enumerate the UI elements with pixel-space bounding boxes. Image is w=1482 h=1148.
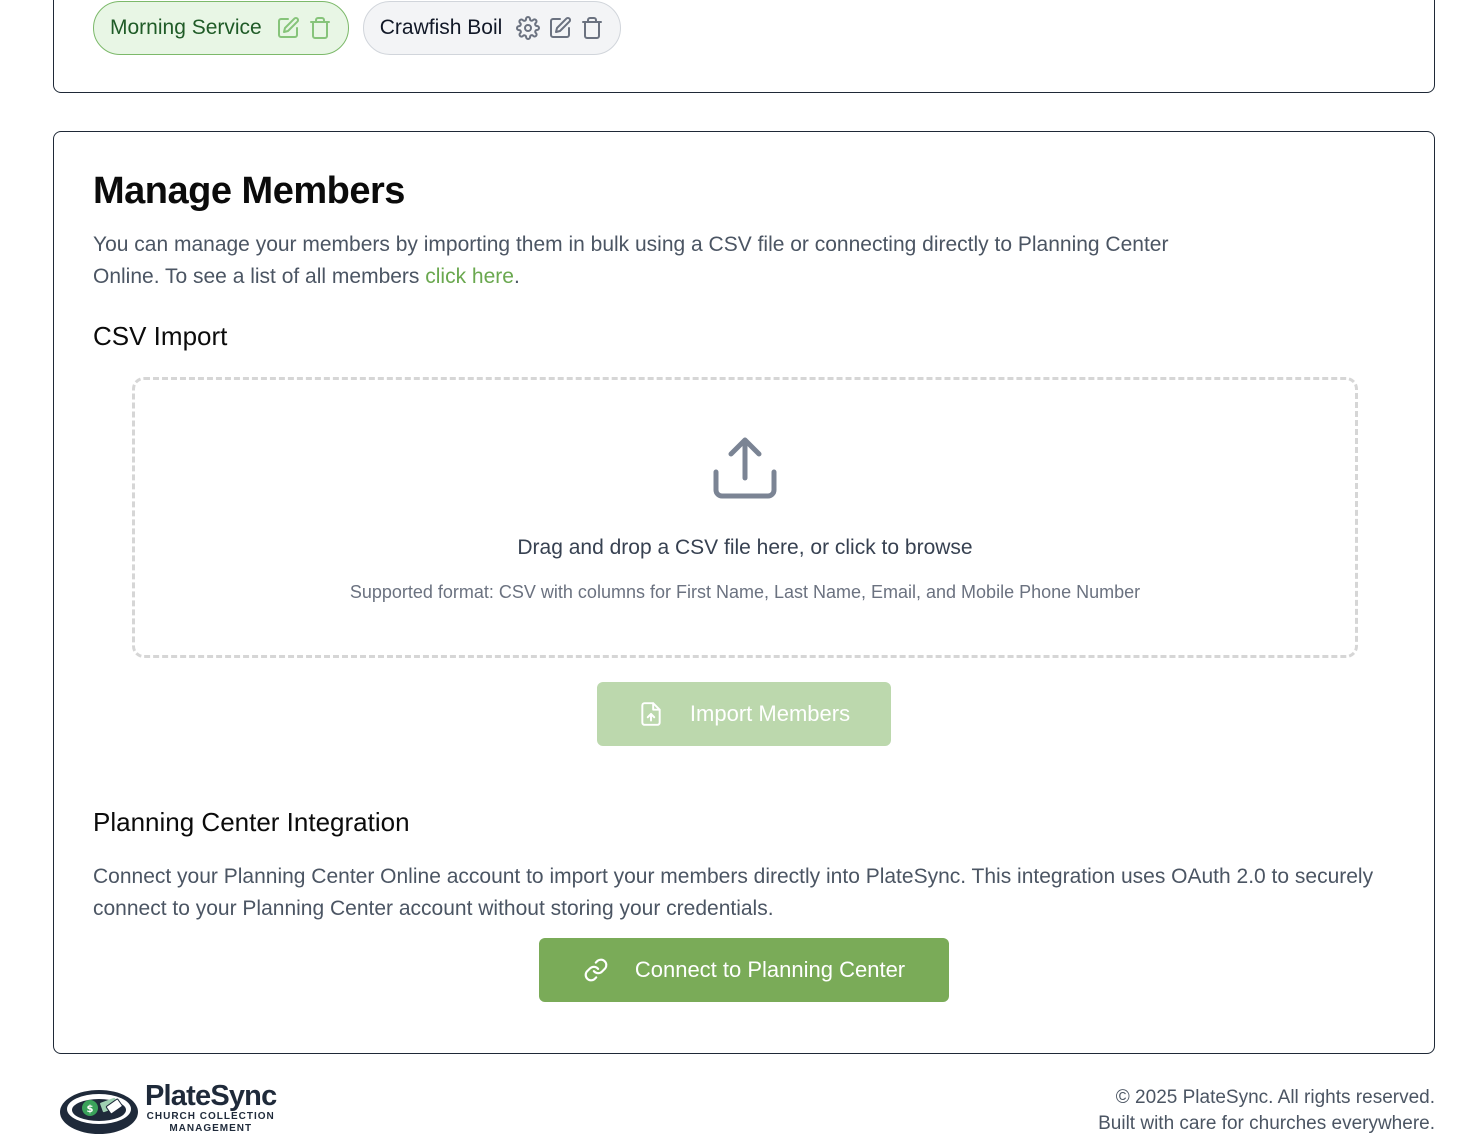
- logo-name: PlateSync: [145, 1080, 277, 1112]
- import-members-label: Import Members: [689, 701, 851, 726]
- service-chip-morning-service[interactable]: Morning Service: [93, 1, 349, 55]
- file-upload-icon: [638, 701, 664, 727]
- service-chip-crawfish-boil[interactable]: Crawfish Boil: [362, 1, 622, 55]
- connect-planning-center-button[interactable]: Connect to Planning Center: [539, 938, 949, 1002]
- trash-icon[interactable]: [580, 16, 604, 40]
- import-members-button[interactable]: Import Members: [597, 682, 891, 746]
- logo-wordmark: PlateSync CHURCH COLLECTION MANAGEMENT: [145, 1080, 277, 1135]
- services-card: Morning Service Crawfish Boil: [53, 0, 1435, 93]
- connect-planning-center-label: Connect to Planning Center: [634, 957, 906, 982]
- gear-icon[interactable]: [516, 16, 541, 40]
- service-chip-label: Morning Service: [110, 16, 262, 39]
- intro-body: You can manage your members by importing…: [93, 233, 1169, 288]
- csv-import-heading: CSV Import: [93, 321, 228, 351]
- all-members-link[interactable]: click here: [425, 265, 514, 288]
- edit-icon[interactable]: [276, 16, 300, 40]
- footer-tagline: Built with care for churches everywhere.: [1098, 1113, 1435, 1134]
- service-chip-list: Morning Service Crawfish Boil: [93, 1, 622, 55]
- intro-text: You can manage your members by importing…: [93, 229, 1233, 293]
- planning-center-heading: Planning Center Integration: [93, 807, 410, 837]
- footer-copyright: © 2025 PlateSync. All rights reserved. B…: [1098, 1085, 1435, 1137]
- dropzone-format-hint: Supported format: CSV with columns for F…: [349, 582, 1141, 602]
- csv-dropzone[interactable]: Drag and drop a CSV file here, or click …: [132, 377, 1358, 658]
- page-title: Manage Members: [93, 170, 405, 212]
- manage-members-card: Manage Members You can manage your membe…: [53, 131, 1435, 1054]
- copyright-text: © 2025 PlateSync. All rights reserved.: [1115, 1087, 1435, 1108]
- trash-icon[interactable]: [308, 16, 332, 40]
- intro-end: .: [513, 265, 520, 288]
- edit-icon[interactable]: [548, 16, 572, 40]
- upload-icon: [710, 434, 780, 504]
- platesync-logo[interactable]: $ PlateSync CHURCH COLLECTION MANAGEMENT: [57, 1078, 277, 1138]
- link-icon: [583, 957, 609, 983]
- logo-tagline: MANAGEMENT: [169, 1123, 253, 1134]
- service-chip-label: Crawfish Boil: [379, 16, 503, 39]
- planning-center-description: Connect your Planning Center Online acco…: [93, 865, 1374, 920]
- logo-tagline: CHURCH COLLECTION: [146, 1111, 275, 1122]
- dropzone-instructions: Drag and drop a CSV file here, or click …: [517, 536, 973, 559]
- collection-plate-icon: $: [57, 1078, 141, 1138]
- footer: $ PlateSync CHURCH COLLECTION MANAGEMENT…: [0, 1068, 1482, 1148]
- svg-text:$: $: [87, 1104, 94, 1115]
